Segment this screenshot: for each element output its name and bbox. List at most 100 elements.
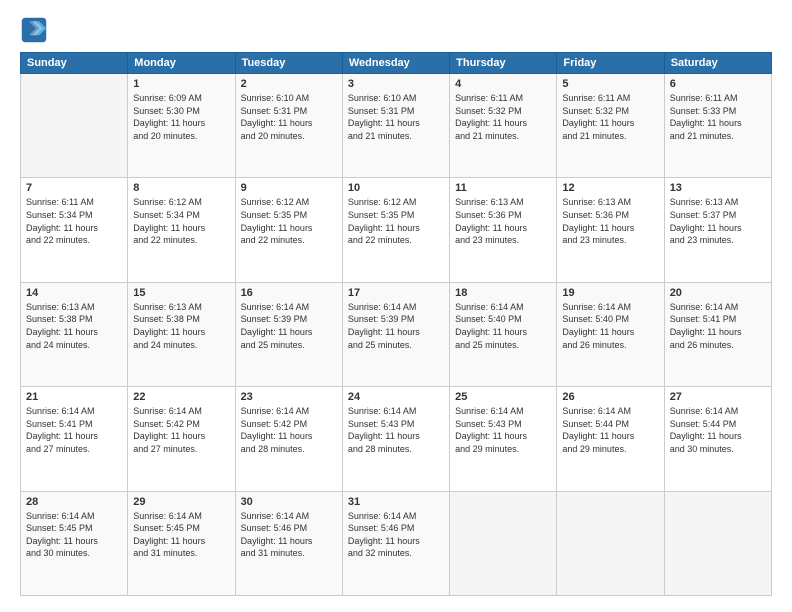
- calendar-cell: 29Sunrise: 6:14 AM Sunset: 5:45 PM Dayli…: [128, 491, 235, 595]
- calendar-cell: 5 Sunrise: 6:11 AM Sunset: 5:32 PM Daylig…: [557, 74, 664, 178]
- day-info: Sunrise: 6:11 AM Sunset: 5:32 PM Dayligh…: [455, 92, 551, 142]
- calendar-cell: 27Sunrise: 6:14 AM Sunset: 5:44 PM Dayli…: [664, 387, 771, 491]
- day-number: 20: [670, 287, 766, 299]
- day-number: 13: [670, 182, 766, 194]
- day-number: 2: [241, 78, 337, 90]
- day-info: Sunrise: 6:09 AM Sunset: 5:30 PM Dayligh…: [133, 92, 229, 142]
- weekday-row: SundayMondayTuesdayWednesdayThursdayFrid…: [21, 53, 772, 74]
- day-number: 30: [241, 496, 337, 508]
- calendar-cell: [557, 491, 664, 595]
- day-number: 23: [241, 391, 337, 403]
- day-info: Sunrise: 6:14 AM Sunset: 5:42 PM Dayligh…: [133, 405, 229, 455]
- weekday-header: Monday: [128, 53, 235, 74]
- day-number: 7: [26, 182, 122, 194]
- calendar-cell: 13 Sunrise: 6:13 AM Sunset: 5:37 PM Dayli…: [664, 178, 771, 282]
- day-info: Sunrise: 6:14 AM Sunset: 5:44 PM Dayligh…: [562, 405, 658, 455]
- day-number: 18: [455, 287, 551, 299]
- calendar-cell: 10 Sunrise: 6:12 AM Sunset: 5:35 PM Dayli…: [342, 178, 449, 282]
- calendar-cell: 31 Sunrise: 6:14 AM Sunset: 5:46 PM Dayli…: [342, 491, 449, 595]
- day-number: 31: [348, 496, 444, 508]
- day-info: Sunrise: 6:14 AM Sunset: 5:39 PM Dayligh…: [348, 301, 444, 351]
- day-info: Sunrise: 6:14 AM Sunset: 5:45 PM Dayligh…: [133, 510, 229, 560]
- calendar-cell: 21 Sunrise: 6:14 AM Sunset: 5:41 PM Dayli…: [21, 387, 128, 491]
- weekday-header: Saturday: [664, 53, 771, 74]
- calendar-cell: 24Sunrise: 6:14 AM Sunset: 5:43 PM Dayli…: [342, 387, 449, 491]
- day-number: 15: [133, 287, 229, 299]
- day-info: Sunrise: 6:14 AM Sunset: 5:43 PM Dayligh…: [455, 405, 551, 455]
- calendar-cell: 28 Sunrise: 6:14 AM Sunset: 5:45 PM Dayli…: [21, 491, 128, 595]
- calendar-cell: 25 Sunrise: 6:14 AM Sunset: 5:43 PM Dayli…: [450, 387, 557, 491]
- calendar-cell: [450, 491, 557, 595]
- calendar-week: 1 Sunrise: 6:09 AM Sunset: 5:30 PM Daylig…: [21, 74, 772, 178]
- day-info: Sunrise: 6:11 AM Sunset: 5:32 PM Dayligh…: [562, 92, 658, 142]
- day-info: Sunrise: 6:14 AM Sunset: 5:39 PM Dayligh…: [241, 301, 337, 351]
- day-number: 22: [133, 391, 229, 403]
- day-info: Sunrise: 6:11 AM Sunset: 5:34 PM Dayligh…: [26, 196, 122, 246]
- day-info: Sunrise: 6:14 AM Sunset: 5:41 PM Dayligh…: [26, 405, 122, 455]
- day-info: Sunrise: 6:13 AM Sunset: 5:38 PM Dayligh…: [26, 301, 122, 351]
- day-info: Sunrise: 6:14 AM Sunset: 5:43 PM Dayligh…: [348, 405, 444, 455]
- day-info: Sunrise: 6:13 AM Sunset: 5:37 PM Dayligh…: [670, 196, 766, 246]
- day-number: 12: [562, 182, 658, 194]
- calendar-cell: 20 Sunrise: 6:14 AM Sunset: 5:41 PM Dayli…: [664, 282, 771, 386]
- calendar-week: 7 Sunrise: 6:11 AM Sunset: 5:34 PM Daylig…: [21, 178, 772, 282]
- page: SundayMondayTuesdayWednesdayThursdayFrid…: [0, 0, 792, 612]
- day-info: Sunrise: 6:14 AM Sunset: 5:41 PM Dayligh…: [670, 301, 766, 351]
- day-info: Sunrise: 6:12 AM Sunset: 5:35 PM Dayligh…: [241, 196, 337, 246]
- day-info: Sunrise: 6:14 AM Sunset: 5:40 PM Dayligh…: [562, 301, 658, 351]
- calendar-cell: 1 Sunrise: 6:09 AM Sunset: 5:30 PM Daylig…: [128, 74, 235, 178]
- calendar: SundayMondayTuesdayWednesdayThursdayFrid…: [20, 52, 772, 596]
- day-number: 14: [26, 287, 122, 299]
- calendar-cell: 23 Sunrise: 6:14 AM Sunset: 5:42 PM Dayli…: [235, 387, 342, 491]
- calendar-body: 1 Sunrise: 6:09 AM Sunset: 5:30 PM Daylig…: [21, 74, 772, 596]
- calendar-cell: 15 Sunrise: 6:13 AM Sunset: 5:38 PM Dayli…: [128, 282, 235, 386]
- calendar-cell: 3 Sunrise: 6:10 AM Sunset: 5:31 PM Daylig…: [342, 74, 449, 178]
- day-number: 17: [348, 287, 444, 299]
- day-number: 16: [241, 287, 337, 299]
- day-number: 27: [670, 391, 766, 403]
- day-info: Sunrise: 6:14 AM Sunset: 5:46 PM Dayligh…: [348, 510, 444, 560]
- calendar-cell: 26 Sunrise: 6:14 AM Sunset: 5:44 PM Dayli…: [557, 387, 664, 491]
- day-info: Sunrise: 6:10 AM Sunset: 5:31 PM Dayligh…: [348, 92, 444, 142]
- calendar-cell: 6Sunrise: 6:11 AM Sunset: 5:33 PM Daylig…: [664, 74, 771, 178]
- day-info: Sunrise: 6:14 AM Sunset: 5:46 PM Dayligh…: [241, 510, 337, 560]
- calendar-cell: 17 Sunrise: 6:14 AM Sunset: 5:39 PM Dayli…: [342, 282, 449, 386]
- calendar-cell: 30 Sunrise: 6:14 AM Sunset: 5:46 PM Dayli…: [235, 491, 342, 595]
- day-info: Sunrise: 6:14 AM Sunset: 5:45 PM Dayligh…: [26, 510, 122, 560]
- calendar-cell: 2 Sunrise: 6:10 AM Sunset: 5:31 PM Daylig…: [235, 74, 342, 178]
- day-number: 4: [455, 78, 551, 90]
- calendar-cell: 16 Sunrise: 6:14 AM Sunset: 5:39 PM Dayli…: [235, 282, 342, 386]
- weekday-header: Friday: [557, 53, 664, 74]
- day-number: 19: [562, 287, 658, 299]
- calendar-week: 21 Sunrise: 6:14 AM Sunset: 5:41 PM Dayli…: [21, 387, 772, 491]
- day-info: Sunrise: 6:12 AM Sunset: 5:35 PM Dayligh…: [348, 196, 444, 246]
- weekday-header: Tuesday: [235, 53, 342, 74]
- calendar-week: 14 Sunrise: 6:13 AM Sunset: 5:38 PM Dayli…: [21, 282, 772, 386]
- day-number: 1: [133, 78, 229, 90]
- day-info: Sunrise: 6:12 AM Sunset: 5:34 PM Dayligh…: [133, 196, 229, 246]
- day-number: 5: [562, 78, 658, 90]
- weekday-header: Sunday: [21, 53, 128, 74]
- calendar-cell: 8 Sunrise: 6:12 AM Sunset: 5:34 PM Daylig…: [128, 178, 235, 282]
- day-number: 6: [670, 78, 766, 90]
- day-number: 28: [26, 496, 122, 508]
- day-number: 8: [133, 182, 229, 194]
- calendar-cell: 9 Sunrise: 6:12 AM Sunset: 5:35 PM Daylig…: [235, 178, 342, 282]
- day-info: Sunrise: 6:10 AM Sunset: 5:31 PM Dayligh…: [241, 92, 337, 142]
- day-number: 11: [455, 182, 551, 194]
- day-info: Sunrise: 6:13 AM Sunset: 5:38 PM Dayligh…: [133, 301, 229, 351]
- calendar-cell: [21, 74, 128, 178]
- calendar-week: 28 Sunrise: 6:14 AM Sunset: 5:45 PM Dayli…: [21, 491, 772, 595]
- day-number: 10: [348, 182, 444, 194]
- day-number: 26: [562, 391, 658, 403]
- day-number: 21: [26, 391, 122, 403]
- day-info: Sunrise: 6:14 AM Sunset: 5:40 PM Dayligh…: [455, 301, 551, 351]
- calendar-cell: 18 Sunrise: 6:14 AM Sunset: 5:40 PM Dayli…: [450, 282, 557, 386]
- day-number: 25: [455, 391, 551, 403]
- calendar-cell: 12Sunrise: 6:13 AM Sunset: 5:36 PM Dayli…: [557, 178, 664, 282]
- calendar-cell: [664, 491, 771, 595]
- day-number: 3: [348, 78, 444, 90]
- calendar-cell: 19 Sunrise: 6:14 AM Sunset: 5:40 PM Dayli…: [557, 282, 664, 386]
- day-info: Sunrise: 6:14 AM Sunset: 5:42 PM Dayligh…: [241, 405, 337, 455]
- day-number: 9: [241, 182, 337, 194]
